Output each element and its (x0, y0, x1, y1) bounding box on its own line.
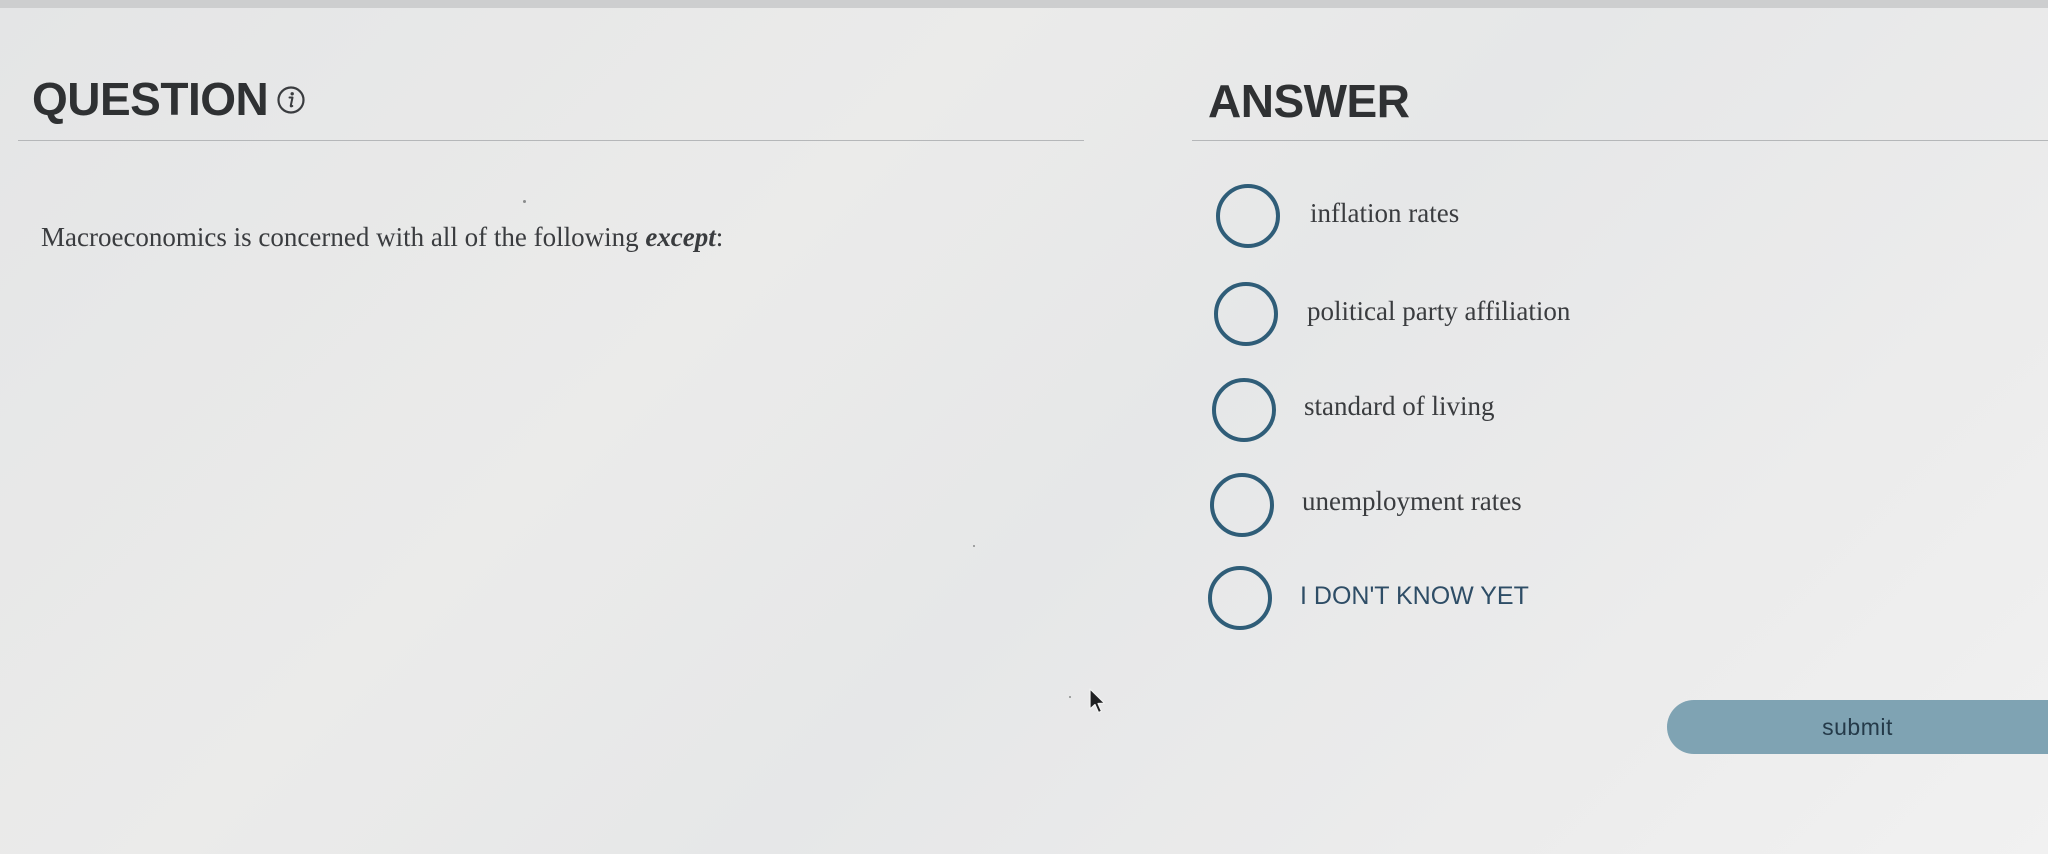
question-text-emphasis: except (645, 222, 716, 252)
screen-speck (973, 545, 975, 547)
question-text-main: Macroeconomics is concerned with all of … (41, 222, 646, 252)
question-text: Macroeconomics is concerned with all of … (41, 222, 723, 253)
option-label: political party affiliation (1307, 296, 1571, 326)
answer-divider (1192, 140, 2048, 141)
option-label: unemployment rates (1302, 486, 1522, 516)
radio-button[interactable] (1214, 282, 1278, 346)
question-text-end: : (715, 222, 724, 252)
option-label: I DON'T KNOW YET (1300, 582, 1529, 610)
radio-button[interactable] (1208, 566, 1272, 630)
option-label: inflation rates (1310, 198, 1460, 228)
submit-button[interactable]: submit (1667, 700, 2048, 754)
info-icon[interactable] (276, 85, 306, 115)
answer-heading: ANSWER (1208, 75, 1410, 127)
option-label: standard of living (1304, 391, 1495, 421)
top-edge (0, 0, 2048, 8)
question-divider (18, 140, 1084, 141)
mouse-pointer-icon (1089, 688, 1106, 714)
screen-speck (1069, 696, 1071, 698)
radio-button[interactable] (1216, 184, 1280, 248)
radio-button[interactable] (1212, 378, 1276, 442)
radio-button[interactable] (1210, 473, 1274, 537)
screen-speck (523, 200, 526, 203)
question-heading: QUESTION (32, 73, 269, 125)
